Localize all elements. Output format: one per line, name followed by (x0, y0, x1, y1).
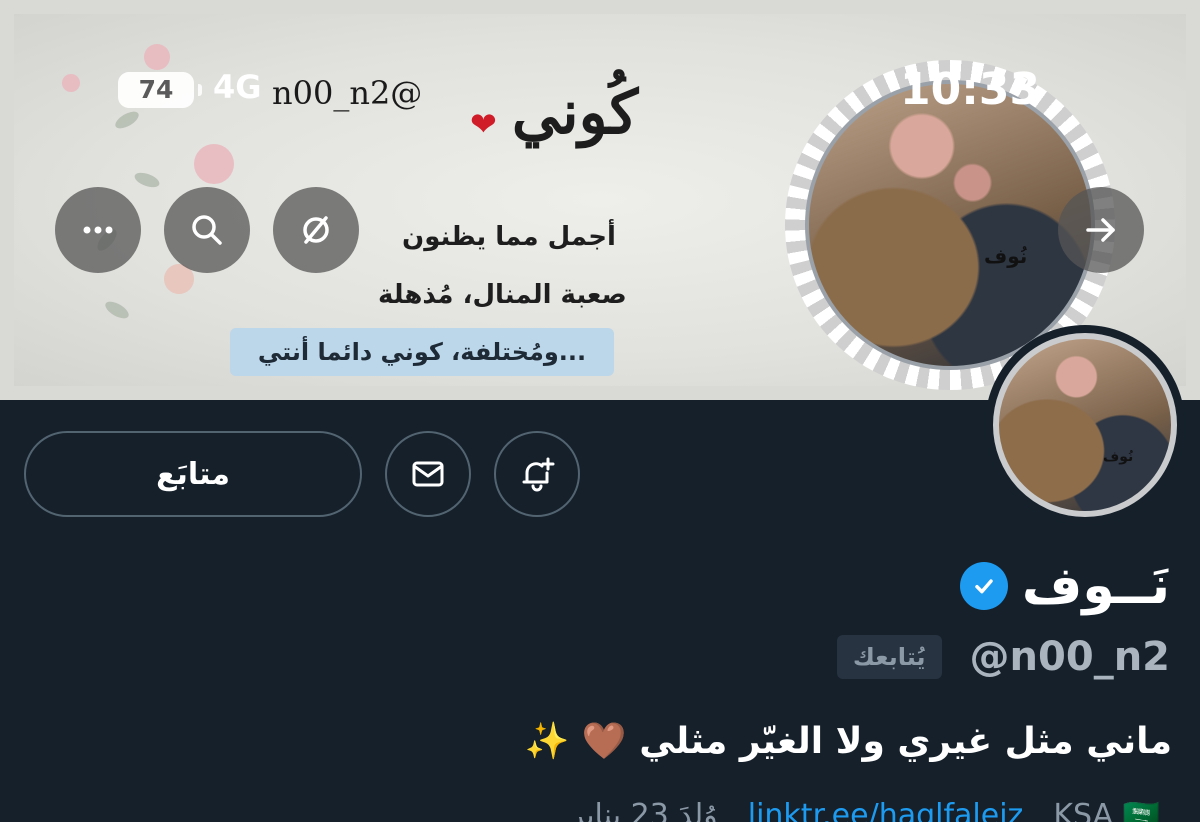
banner-line-1: أجمل مما يظنون (402, 222, 616, 252)
network-indicator: 4G (213, 68, 262, 106)
display-name: نَــوف (1021, 556, 1170, 616)
bell-plus-icon (522, 457, 555, 492)
profile-meta-row: وُلِدَ 23 يناير linktr.ee/haglfaleiz KSA… (570, 798, 1160, 822)
battery-indicator: 74 (118, 72, 202, 108)
profile-header-banner[interactable]: ❤ كُوني أجمل مما يظنون صعبة المنال، مُذه… (0, 0, 1200, 400)
arrow-right-icon (1086, 218, 1115, 242)
portrait-tag: نُوف (984, 244, 1028, 268)
display-name-row: نَــوف (959, 556, 1170, 616)
search-icon (192, 215, 222, 245)
more-options-button[interactable] (55, 187, 141, 273)
status-bar: 74 4G n00_n2@ 10:33 (0, 60, 1200, 120)
back-button[interactable] (1058, 187, 1144, 273)
follows-you-badge: يُتابعك (836, 635, 942, 679)
handle-row: يُتابعك @n00_n2 (836, 634, 1170, 680)
status-time: 10:33 (900, 64, 1041, 115)
profile-link[interactable]: linktr.ee/haglfaleiz (748, 798, 1024, 822)
profile-bio: ماني مثل غيري ولا الغيّر مثلي 🤎 ✨ (524, 721, 1172, 762)
search-button[interactable] (164, 187, 250, 273)
avatar-tag: نُوف (1103, 449, 1134, 465)
grok-icon (303, 216, 329, 244)
envelope-icon (412, 461, 444, 487)
leaf-decoration (132, 169, 162, 191)
more-icon (83, 226, 113, 234)
user-handle: @n00_n2 (969, 634, 1170, 680)
verified-badge-icon (959, 562, 1008, 610)
banner-portrait-photo: نُوف (805, 80, 1095, 370)
flower-decoration (194, 144, 234, 184)
profile-location: KSA 🇸🇦 (1053, 798, 1160, 822)
following-button[interactable]: متابَع (24, 431, 362, 517)
banner-line-2: صعبة المنال، مُذهلة (378, 280, 627, 310)
banner-handle-text: n00_n2@ (272, 74, 423, 112)
notifications-button[interactable] (494, 431, 580, 517)
profile-avatar[interactable]: نُوف (985, 325, 1185, 525)
banner-pill-text: ومُختلفة، كوني دائما أنتي... (230, 328, 614, 376)
birth-date: وُلِدَ 23 يناير (569, 798, 718, 822)
avatar-photo: نُوف (993, 333, 1177, 517)
grok-button[interactable] (273, 187, 359, 273)
leaf-decoration (102, 298, 132, 322)
message-button[interactable] (385, 431, 471, 517)
